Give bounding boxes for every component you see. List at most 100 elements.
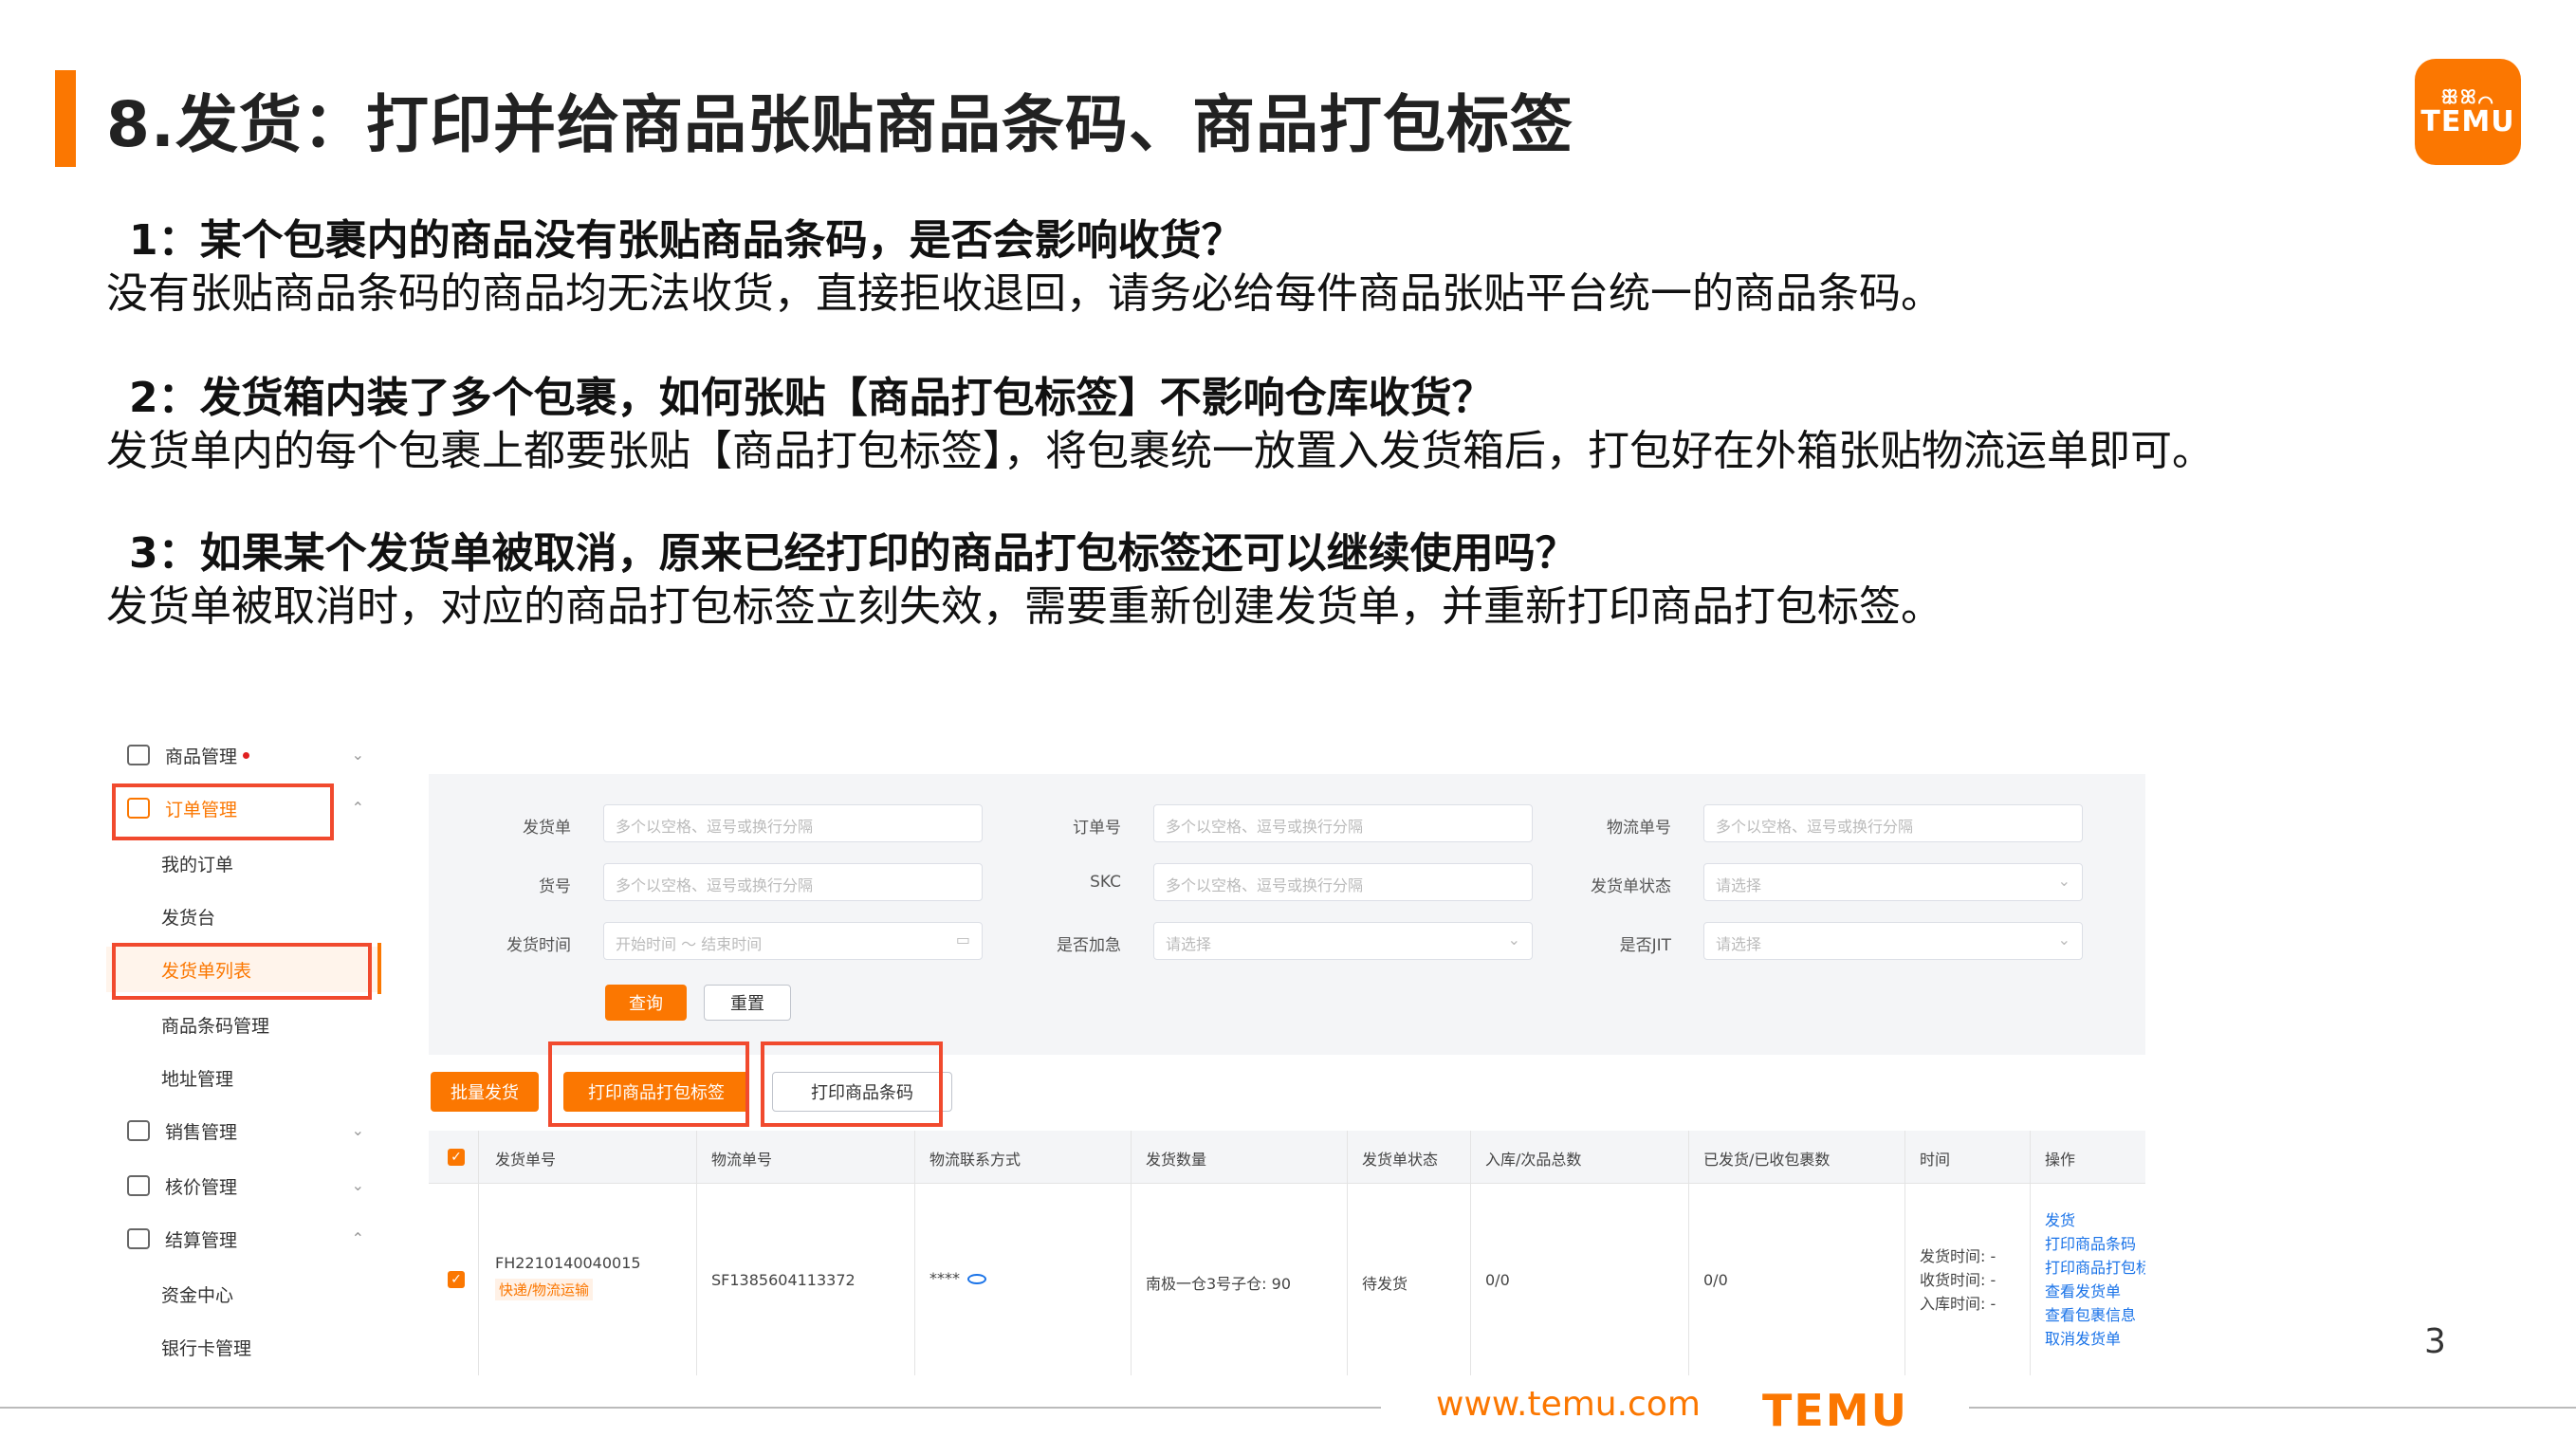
sidebar-item-shipping-desk[interactable]: 发货台 [106,894,381,939]
ship-type-tag: 快递/物流运输 [495,1279,594,1300]
shipment-table: ✓ 发货单号 物流单号 物流联系方式 发货数量 发货单状态 入库/次品总数 已发… [429,1131,2145,1375]
order-no-input[interactable]: 多个以空格、逗号或换行分隔 [1153,804,1533,842]
ship-no-input[interactable]: 多个以空格、逗号或换行分隔 [603,804,983,842]
title-accent-bar [55,70,76,167]
time-separator: ～ [681,935,697,953]
row-checkbox[interactable]: ✓ [448,1271,465,1288]
print-pack-label-link[interactable]: 打印商品打包标签 [2045,1256,2145,1280]
ship-no-label: 发货单 [523,819,571,838]
col-ship-no: 发货单号 [495,1151,557,1169]
table-header: ✓ 发货单号 物流单号 物流联系方式 发货数量 发货单状态 入库/次品总数 已发… [429,1131,2145,1184]
search-button[interactable]: 查询 [605,985,687,1021]
logo-glyphs: ꕥꕤ⌒ [2440,85,2495,108]
batch-ship-button[interactable]: 批量发货 [431,1072,539,1112]
ship-time-range[interactable]: 开始时间 ～ 结束时间 ▭ [603,922,983,960]
highlight-shipment-list [112,943,372,1000]
sidebar-item-label: 资金中心 [161,1284,234,1306]
answer-3: 发货单被取消时，对应的商品打包标签立刻失效，需要重新创建发货单，并重新打印商品打… [106,582,1942,631]
contact-value: **** [929,1269,986,1287]
qa-block-3: 3：如果某个发货单被取消，原来已经打印的商品打包标签还可以继续使用吗？ 发货单被… [106,527,2496,634]
status-value: 待发货 [1362,1275,1408,1293]
col-stock: 入库/次品总数 [1485,1151,1582,1169]
col-contact: 物流联系方式 [929,1151,1021,1169]
jit-value: 请选择 [1716,935,1762,953]
column-divider [696,1131,697,1375]
sidebar-item-address-mgmt[interactable]: 地址管理 [106,1055,381,1100]
column-divider [1347,1131,1348,1375]
page-number: 3 [2424,1322,2446,1361]
print-barcode-link[interactable]: 打印商品条码 [2045,1232,2136,1256]
col-actions: 操作 [2045,1151,2076,1169]
ship-time-label: 发货时间 [506,936,571,955]
jit-label: 是否JIT [1619,936,1671,955]
active-indicator [377,943,381,994]
time-start: 开始时间 [616,935,677,953]
col-packages: 已发货/已收包裹数 [1703,1151,1831,1169]
sidebar-item-label: 商品管理 [165,746,238,767]
logistics-no-value: SF1385604113372 [711,1271,856,1289]
col-time: 时间 [1920,1151,1951,1169]
footer-divider [1969,1407,2576,1409]
answer-2: 发货单内的每个包裹上都要张贴【商品打包标签】，将包裹统一放置入发货箱后，打包好在… [106,427,2214,475]
packages-value: 0/0 [1703,1271,1728,1289]
column-divider [1131,1131,1132,1375]
chevron-down-icon: ⌄ [2057,931,2070,949]
filter-panel: 发货单 多个以空格、逗号或换行分隔 订单号 多个以空格、逗号或换行分隔 物流单号… [429,774,2145,1055]
sidebar-item-settlement-mgmt[interactable]: 结算管理 ⌃ [106,1216,381,1262]
view-package-link[interactable]: 查看包裹信息 [2045,1303,2136,1327]
stock-value: 0/0 [1485,1271,1510,1289]
chart-icon [127,1120,150,1141]
temu-logo: ꕥꕤ⌒ TEMU [2415,59,2521,165]
ship-status-select[interactable]: 请选择 ⌄ [1703,863,2083,901]
sku-label: 货号 [539,877,571,896]
sidebar-item-price-mgmt[interactable]: 核价管理 ⌄ [106,1163,381,1208]
sku-input[interactable]: 多个以空格、逗号或换行分隔 [603,863,983,901]
logo-word: TEMU [2420,105,2515,138]
sidebar-item-product-mgmt[interactable]: 商品管理 ⌄ [106,732,381,778]
skc-input[interactable]: 多个以空格、逗号或换行分隔 [1153,863,1533,901]
chevron-up-icon: ⌃ [351,799,364,817]
sidebar-item-fund-center[interactable]: 资金中心 [106,1271,381,1317]
sidebar-item-my-orders[interactable]: 我的订单 [106,840,381,886]
ship-status-value: 请选择 [1716,876,1762,894]
eye-icon[interactable] [967,1274,986,1284]
highlight-print-pack-label [548,1041,749,1127]
sidebar-item-label: 核价管理 [165,1176,238,1198]
skc-label: SKC [1090,873,1121,892]
sidebar-item-sales-mgmt[interactable]: 销售管理 ⌄ [106,1108,381,1153]
reset-button[interactable]: 重置 [704,985,791,1021]
ship-time: 发货时间: - [1920,1247,1996,1265]
sidebar-item-label: 地址管理 [161,1068,234,1090]
sidebar-item-label: 银行卡管理 [161,1337,252,1359]
chevron-down-icon: ⌄ [1507,931,1520,949]
receive-time: 收货时间: - [1920,1271,1996,1289]
highlight-order-mgmt [112,783,334,840]
jit-select[interactable]: 请选择 ⌄ [1703,922,2083,960]
slide-title: 8.发货：打印并给商品张贴商品条码、商品打包标签 [106,88,1573,161]
sidebar-item-label: 商品条码管理 [161,1015,270,1037]
col-logistics-no: 物流单号 [711,1151,773,1169]
order-no-label: 订单号 [1073,819,1121,838]
column-divider [478,1131,479,1375]
column-divider [914,1131,915,1375]
price-icon [127,1175,150,1196]
sidebar-item-label: 我的订单 [161,854,234,875]
sidebar-item-label: 结算管理 [165,1229,238,1251]
qa-block-2: 2：发货箱内装了多个包裹，如何张贴【商品打包标签】不影响仓库收货？ 发货单内的每… [106,372,2496,478]
time-end: 结束时间 [701,935,763,953]
sidebar-item-barcode-mgmt[interactable]: 商品条码管理 [106,1002,381,1047]
footer-url[interactable]: www.temu.com [1436,1385,1701,1424]
footer-divider [0,1407,1381,1409]
ship-no-value[interactable]: FH2210140040015 [495,1254,641,1272]
ship-link[interactable]: 发货 [2045,1208,2075,1232]
urgent-select[interactable]: 请选择 ⌄ [1153,922,1533,960]
logistics-no-label: 物流单号 [1607,819,1671,838]
column-divider [1688,1131,1689,1375]
view-shipment-link[interactable]: 查看发货单 [2045,1280,2121,1303]
cancel-shipment-link[interactable]: 取消发货单 [2045,1327,2121,1351]
col-qty: 发货数量 [1146,1151,1207,1169]
sidebar-item-bank-card[interactable]: 银行卡管理 [106,1324,381,1370]
select-all-checkbox[interactable]: ✓ [448,1149,465,1166]
logistics-no-input[interactable]: 多个以空格、逗号或换行分隔 [1703,804,2083,842]
wallet-icon [127,1228,150,1249]
